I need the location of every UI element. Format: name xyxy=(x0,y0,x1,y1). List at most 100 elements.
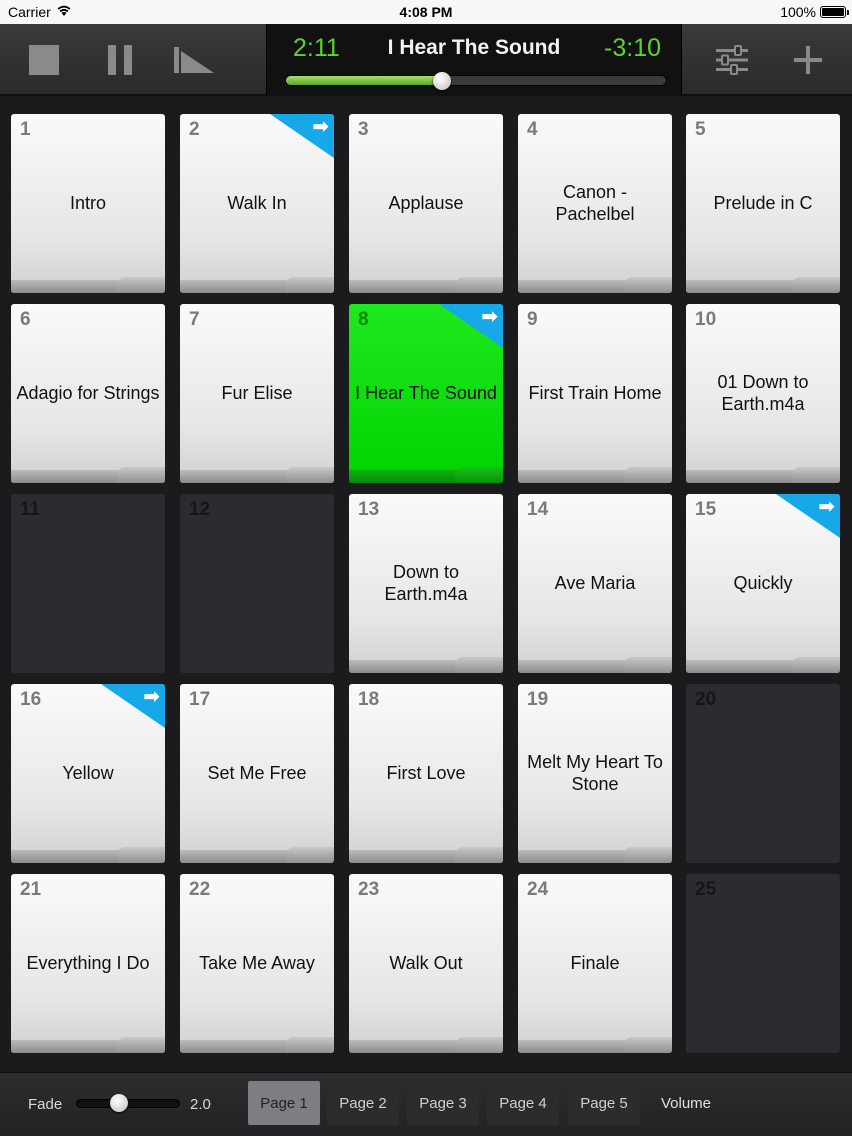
cue-tile-17[interactable]: 17 Set Me Free xyxy=(180,684,334,863)
cue-label: Walk Out xyxy=(389,953,463,973)
cue-tile-2[interactable]: 2 Walk In ➡ xyxy=(180,114,334,293)
settings-button[interactable] xyxy=(696,24,768,96)
cue-options-tab[interactable] xyxy=(792,277,840,293)
cue-tile-5[interactable]: 5 Prelude in C xyxy=(686,114,840,293)
cue-number: 22 xyxy=(189,879,211,900)
page-tab-1[interactable]: Page 1 xyxy=(248,1081,320,1125)
cue-tile-12[interactable]: 12 xyxy=(180,494,334,673)
playback-progress[interactable] xyxy=(285,72,667,90)
cue-options-tab[interactable] xyxy=(624,277,672,293)
cue-progress-bar xyxy=(349,847,503,863)
cue-tile-19[interactable]: 19 Melt My Heart To Stone xyxy=(518,684,672,863)
cue-number: 12 xyxy=(189,499,211,520)
cue-progress-bar xyxy=(518,277,672,293)
cue-progress-bar xyxy=(11,277,165,293)
stop-button[interactable] xyxy=(8,24,80,96)
cue-label: Applause xyxy=(388,193,464,213)
cue-label: Finale xyxy=(570,953,620,973)
fade-slider[interactable] xyxy=(76,1094,180,1112)
cue-options-tab[interactable] xyxy=(624,467,672,483)
arrow-right-icon: ➡ xyxy=(481,306,498,328)
cue-tile-14[interactable]: 14 Ave Maria xyxy=(518,494,672,673)
cue-options-tab[interactable] xyxy=(117,277,165,293)
page-tab-5[interactable]: Page 5 xyxy=(568,1081,640,1125)
cue-options-tab[interactable] xyxy=(455,467,503,483)
volume-button[interactable]: Volume xyxy=(646,1081,726,1125)
cue-label: 01 Down to Earth.m4a xyxy=(717,372,809,414)
cue-tile-8[interactable]: 8 I Hear The Sound ➡ xyxy=(349,304,503,483)
cue-tile-22[interactable]: 22 Take Me Away xyxy=(180,874,334,1053)
cue-tile-11[interactable]: 11 xyxy=(11,494,165,673)
cue-progress-bar xyxy=(11,847,165,863)
cue-options-tab[interactable] xyxy=(286,1037,334,1053)
cue-options-tab[interactable] xyxy=(117,847,165,863)
cue-options-tab[interactable] xyxy=(117,1037,165,1053)
fade-out-icon xyxy=(174,47,214,73)
cue-label: Adagio for Strings xyxy=(16,383,160,403)
cue-number: 19 xyxy=(527,689,549,710)
cue-tile-9[interactable]: 9 First Train Home xyxy=(518,304,672,483)
cue-options-tab[interactable] xyxy=(455,277,503,293)
cue-number: 7 xyxy=(189,309,200,330)
cue-number: 3 xyxy=(358,119,369,140)
cue-label: Ave Maria xyxy=(554,573,636,593)
cue-progress-bar xyxy=(180,847,334,863)
cue-options-tab[interactable] xyxy=(286,847,334,863)
cue-tile-1[interactable]: 1 Intro xyxy=(11,114,165,293)
settings-sliders-icon xyxy=(716,45,748,75)
cue-tile-21[interactable]: 21 Everything I Do xyxy=(11,874,165,1053)
now-playing-panel: 2:11 I Hear The Sound -3:10 xyxy=(266,24,682,96)
cue-options-tab[interactable] xyxy=(624,657,672,673)
cue-progress-bar xyxy=(180,1037,334,1053)
cue-options-tab[interactable] xyxy=(117,467,165,483)
cue-tile-4[interactable]: 4 Canon - Pachelbel xyxy=(518,114,672,293)
cue-tile-7[interactable]: 7 Fur Elise xyxy=(180,304,334,483)
fade-slider-knob[interactable] xyxy=(109,1094,128,1112)
cue-number: 23 xyxy=(358,879,380,900)
cue-tile-16[interactable]: 16 Yellow ➡ xyxy=(11,684,165,863)
progress-knob[interactable] xyxy=(432,72,451,90)
cue-progress-bar xyxy=(11,1037,165,1053)
cue-options-tab[interactable] xyxy=(792,657,840,673)
cue-tile-13[interactable]: 13 Down to Earth.m4a xyxy=(349,494,503,673)
transport-toolbar: 2:11 I Hear The Sound -3:10 xyxy=(0,24,852,96)
cue-number: 18 xyxy=(358,689,380,710)
cue-options-tab[interactable] xyxy=(624,1037,672,1053)
cue-options-tab[interactable] xyxy=(455,1037,503,1053)
page-tab-3[interactable]: Page 3 xyxy=(407,1081,479,1125)
cue-progress-bar xyxy=(686,657,840,673)
fade-out-button[interactable] xyxy=(158,24,230,96)
arrow-right-icon: ➡ xyxy=(818,496,835,518)
pause-button[interactable] xyxy=(84,24,156,96)
cue-tile-6[interactable]: 6 Adagio for Strings xyxy=(11,304,165,483)
cue-tile-15[interactable]: 15 Quickly ➡ xyxy=(686,494,840,673)
cue-progress-bar xyxy=(518,467,672,483)
page-tab-4[interactable]: Page 4 xyxy=(487,1081,559,1125)
cue-number: 6 xyxy=(20,309,31,330)
cue-tile-23[interactable]: 23 Walk Out xyxy=(349,874,503,1053)
add-button[interactable] xyxy=(772,24,844,96)
cue-tile-10[interactable]: 10 01 Down to Earth.m4a xyxy=(686,304,840,483)
cue-label: Yellow xyxy=(62,763,114,783)
cue-label: Down to Earth.m4a xyxy=(384,562,468,604)
cue-options-tab[interactable] xyxy=(455,657,503,673)
cue-number: 8 xyxy=(358,309,369,330)
cue-tile-24[interactable]: 24 Finale xyxy=(518,874,672,1053)
cue-progress-bar xyxy=(349,657,503,673)
cue-options-tab[interactable] xyxy=(286,467,334,483)
cue-tile-18[interactable]: 18 First Love xyxy=(349,684,503,863)
cue-progress-bar xyxy=(686,277,840,293)
cue-options-tab[interactable] xyxy=(286,277,334,293)
cue-progress-bar xyxy=(349,277,503,293)
cue-options-tab[interactable] xyxy=(455,847,503,863)
add-icon xyxy=(794,46,822,74)
cue-tile-20[interactable]: 20 xyxy=(686,684,840,863)
cue-number: 13 xyxy=(358,499,380,520)
page-tab-2[interactable]: Page 2 xyxy=(327,1081,399,1125)
cue-options-tab[interactable] xyxy=(624,847,672,863)
cue-tile-3[interactable]: 3 Applause xyxy=(349,114,503,293)
arrow-right-icon: ➡ xyxy=(143,686,160,708)
cue-tile-25[interactable]: 25 xyxy=(686,874,840,1053)
cue-options-tab[interactable] xyxy=(792,467,840,483)
cue-progress-bar xyxy=(686,467,840,483)
